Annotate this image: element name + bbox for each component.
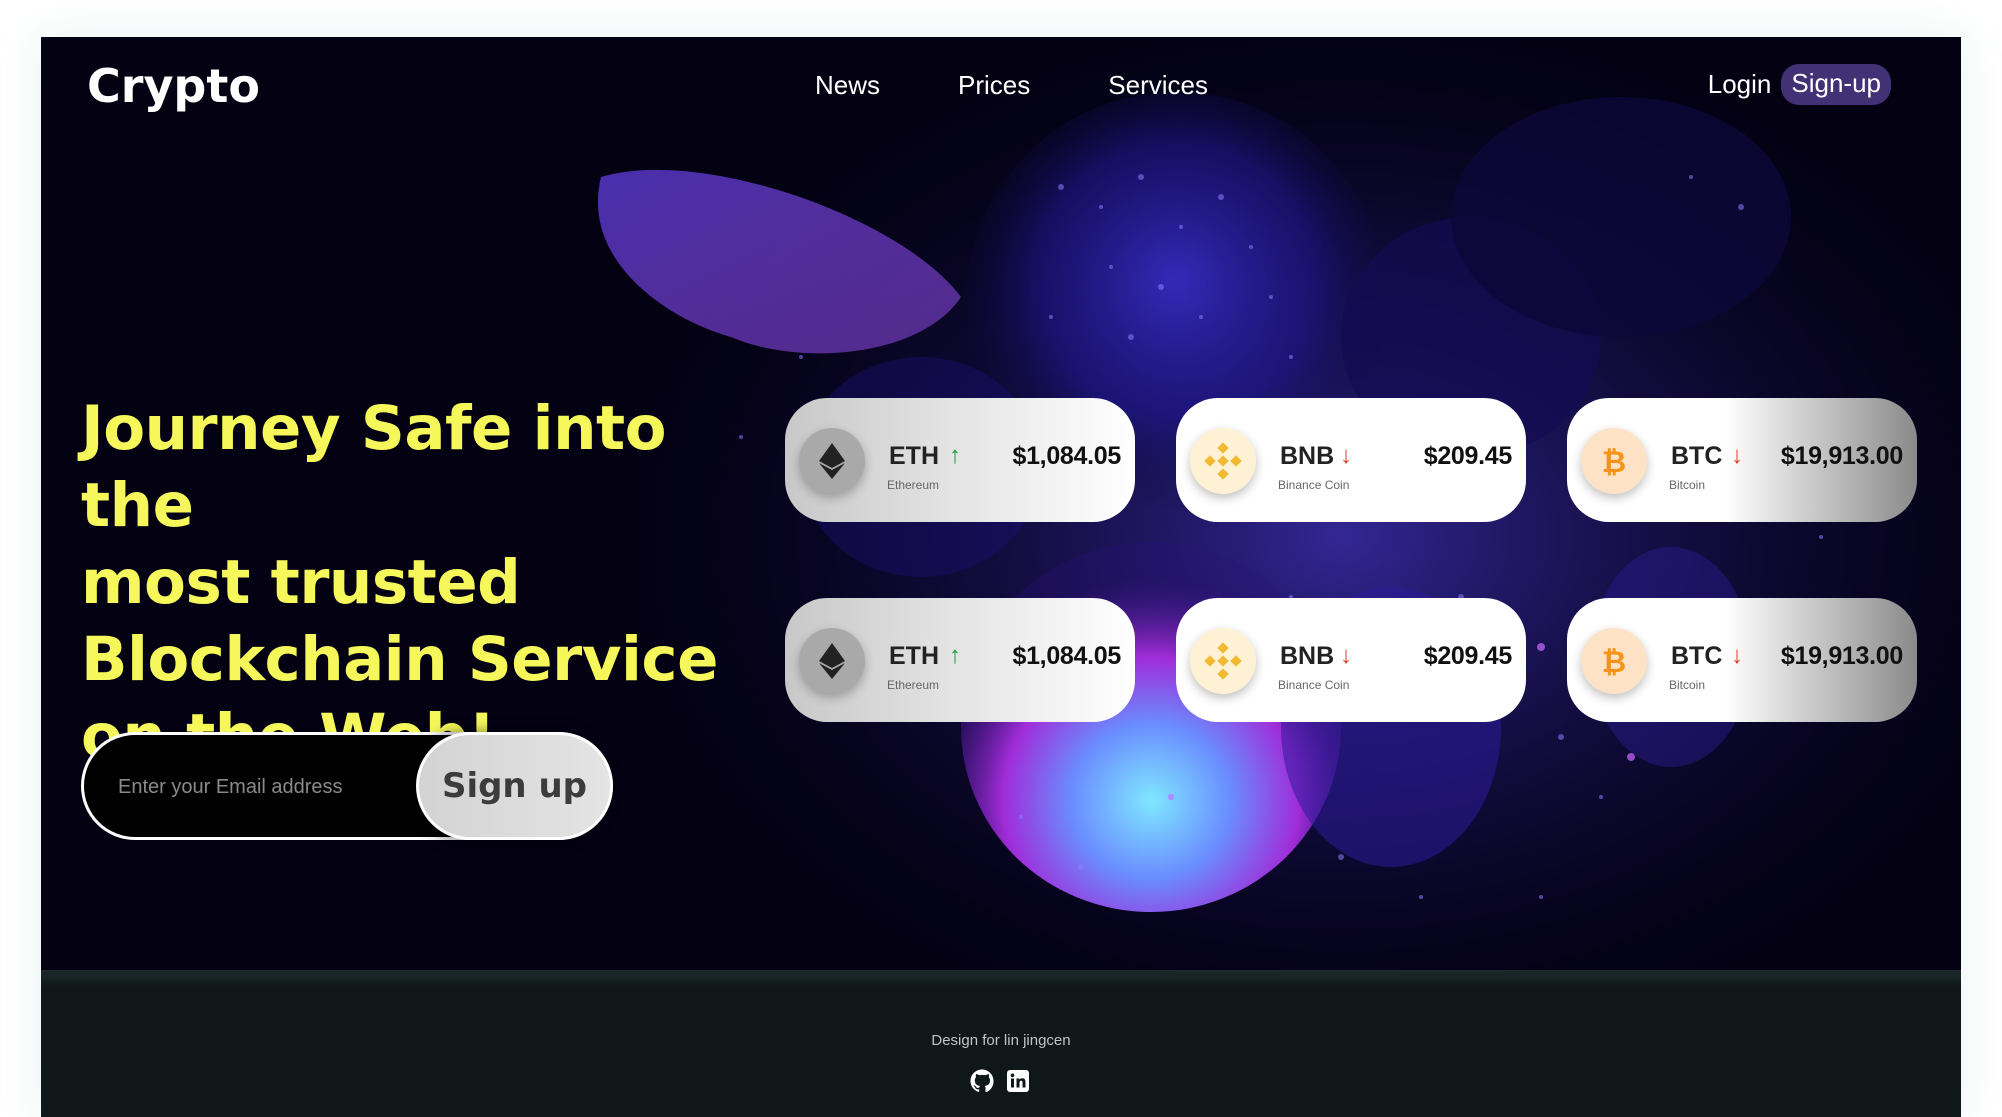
coin-card-eth[interactable]: ETH ↑ Ethereum $1,084.05 — [785, 598, 1135, 722]
trend-down-icon: ↓ — [1340, 642, 1352, 669]
svg-text:₿: ₿ — [1602, 645, 1626, 679]
ethereum-icon — [799, 628, 865, 694]
coin-symbol: BNB — [1280, 442, 1335, 470]
headline-line: Blockchain Service — [81, 624, 718, 695]
coin-symbol: BTC — [1671, 442, 1723, 470]
coin-price: $209.45 — [1423, 442, 1513, 470]
nav-link-prices[interactable]: Prices — [958, 70, 1030, 101]
coin-price: $19,913.00 — [1780, 442, 1903, 470]
email-signup-form: Sign up — [81, 732, 613, 840]
trend-down-icon: ↓ — [1731, 642, 1743, 669]
coin-price: $1,084.05 — [1012, 442, 1121, 470]
coin-card-btc[interactable]: ₿ BTC ↓ Bitcoin $19,913.00 — [1567, 598, 1917, 722]
binance-icon — [1190, 628, 1256, 694]
trend-up-icon: ↑ — [949, 442, 961, 469]
coin-symbol: ETH — [889, 442, 939, 470]
page-frame: Crypto News Prices Services Login Sign-u… — [41, 37, 1961, 1117]
trend-up-icon: ↑ — [949, 642, 961, 669]
email-input[interactable] — [118, 767, 398, 807]
coin-name: Bitcoin — [1669, 478, 1706, 492]
bitcoin-icon: ₿ — [1581, 628, 1647, 694]
github-icon[interactable] — [970, 1069, 994, 1093]
hero-section: Crypto News Prices Services Login Sign-u… — [41, 37, 1961, 970]
coin-price: $209.45 — [1423, 642, 1513, 670]
coin-card-btc[interactable]: ₿ BTC ↓ Bitcoin $19,913.00 — [1567, 398, 1917, 522]
coin-price: $19,913.00 — [1780, 642, 1903, 670]
ethereum-icon — [799, 428, 865, 494]
trend-down-icon: ↓ — [1731, 442, 1743, 469]
coin-name: Binance Coin — [1278, 678, 1350, 692]
main-nav: News Prices Services — [815, 70, 1286, 101]
coin-name: Binance Coin — [1278, 478, 1350, 492]
coin-name: Ethereum — [887, 678, 940, 692]
coin-card-eth[interactable]: ETH ↑ Ethereum $1,084.05 — [785, 398, 1135, 522]
hero-headline: Journey Safe into the most trusted Block… — [81, 390, 781, 775]
coin-price: $1,084.05 — [1012, 642, 1121, 670]
svg-text:₿: ₿ — [1602, 445, 1626, 479]
coin-card-bnb[interactable]: BNB ↓ Binance Coin $209.45 — [1176, 398, 1526, 522]
coin-name: Ethereum — [887, 478, 940, 492]
login-link[interactable]: Login — [1708, 69, 1772, 100]
headline-line: Journey Safe into the — [81, 393, 667, 541]
nav-link-news[interactable]: News — [815, 70, 880, 101]
headline-line: most trusted — [81, 547, 521, 618]
coin-card-bnb[interactable]: BNB ↓ Binance Coin $209.45 — [1176, 598, 1526, 722]
coin-symbol: ETH — [889, 642, 939, 670]
coin-symbol: BNB — [1280, 642, 1335, 670]
linkedin-icon[interactable] — [1006, 1069, 1030, 1093]
footer-credit: Design for lin jingcen — [931, 1032, 1071, 1049]
trend-down-icon: ↓ — [1340, 442, 1352, 469]
signup-button[interactable]: Sign up — [416, 732, 613, 840]
coin-name: Bitcoin — [1669, 678, 1706, 692]
nav-link-services[interactable]: Services — [1108, 70, 1208, 101]
social-links — [970, 1069, 1030, 1093]
bitcoin-icon: ₿ — [1581, 428, 1647, 494]
auth-links: Login Sign-up — [1708, 64, 1891, 105]
binance-icon — [1190, 428, 1256, 494]
footer: Design for lin jingcen — [41, 970, 1961, 1117]
signup-link[interactable]: Sign-up — [1781, 64, 1891, 105]
coin-symbol: BTC — [1671, 642, 1723, 670]
logo[interactable]: Crypto — [87, 59, 260, 113]
